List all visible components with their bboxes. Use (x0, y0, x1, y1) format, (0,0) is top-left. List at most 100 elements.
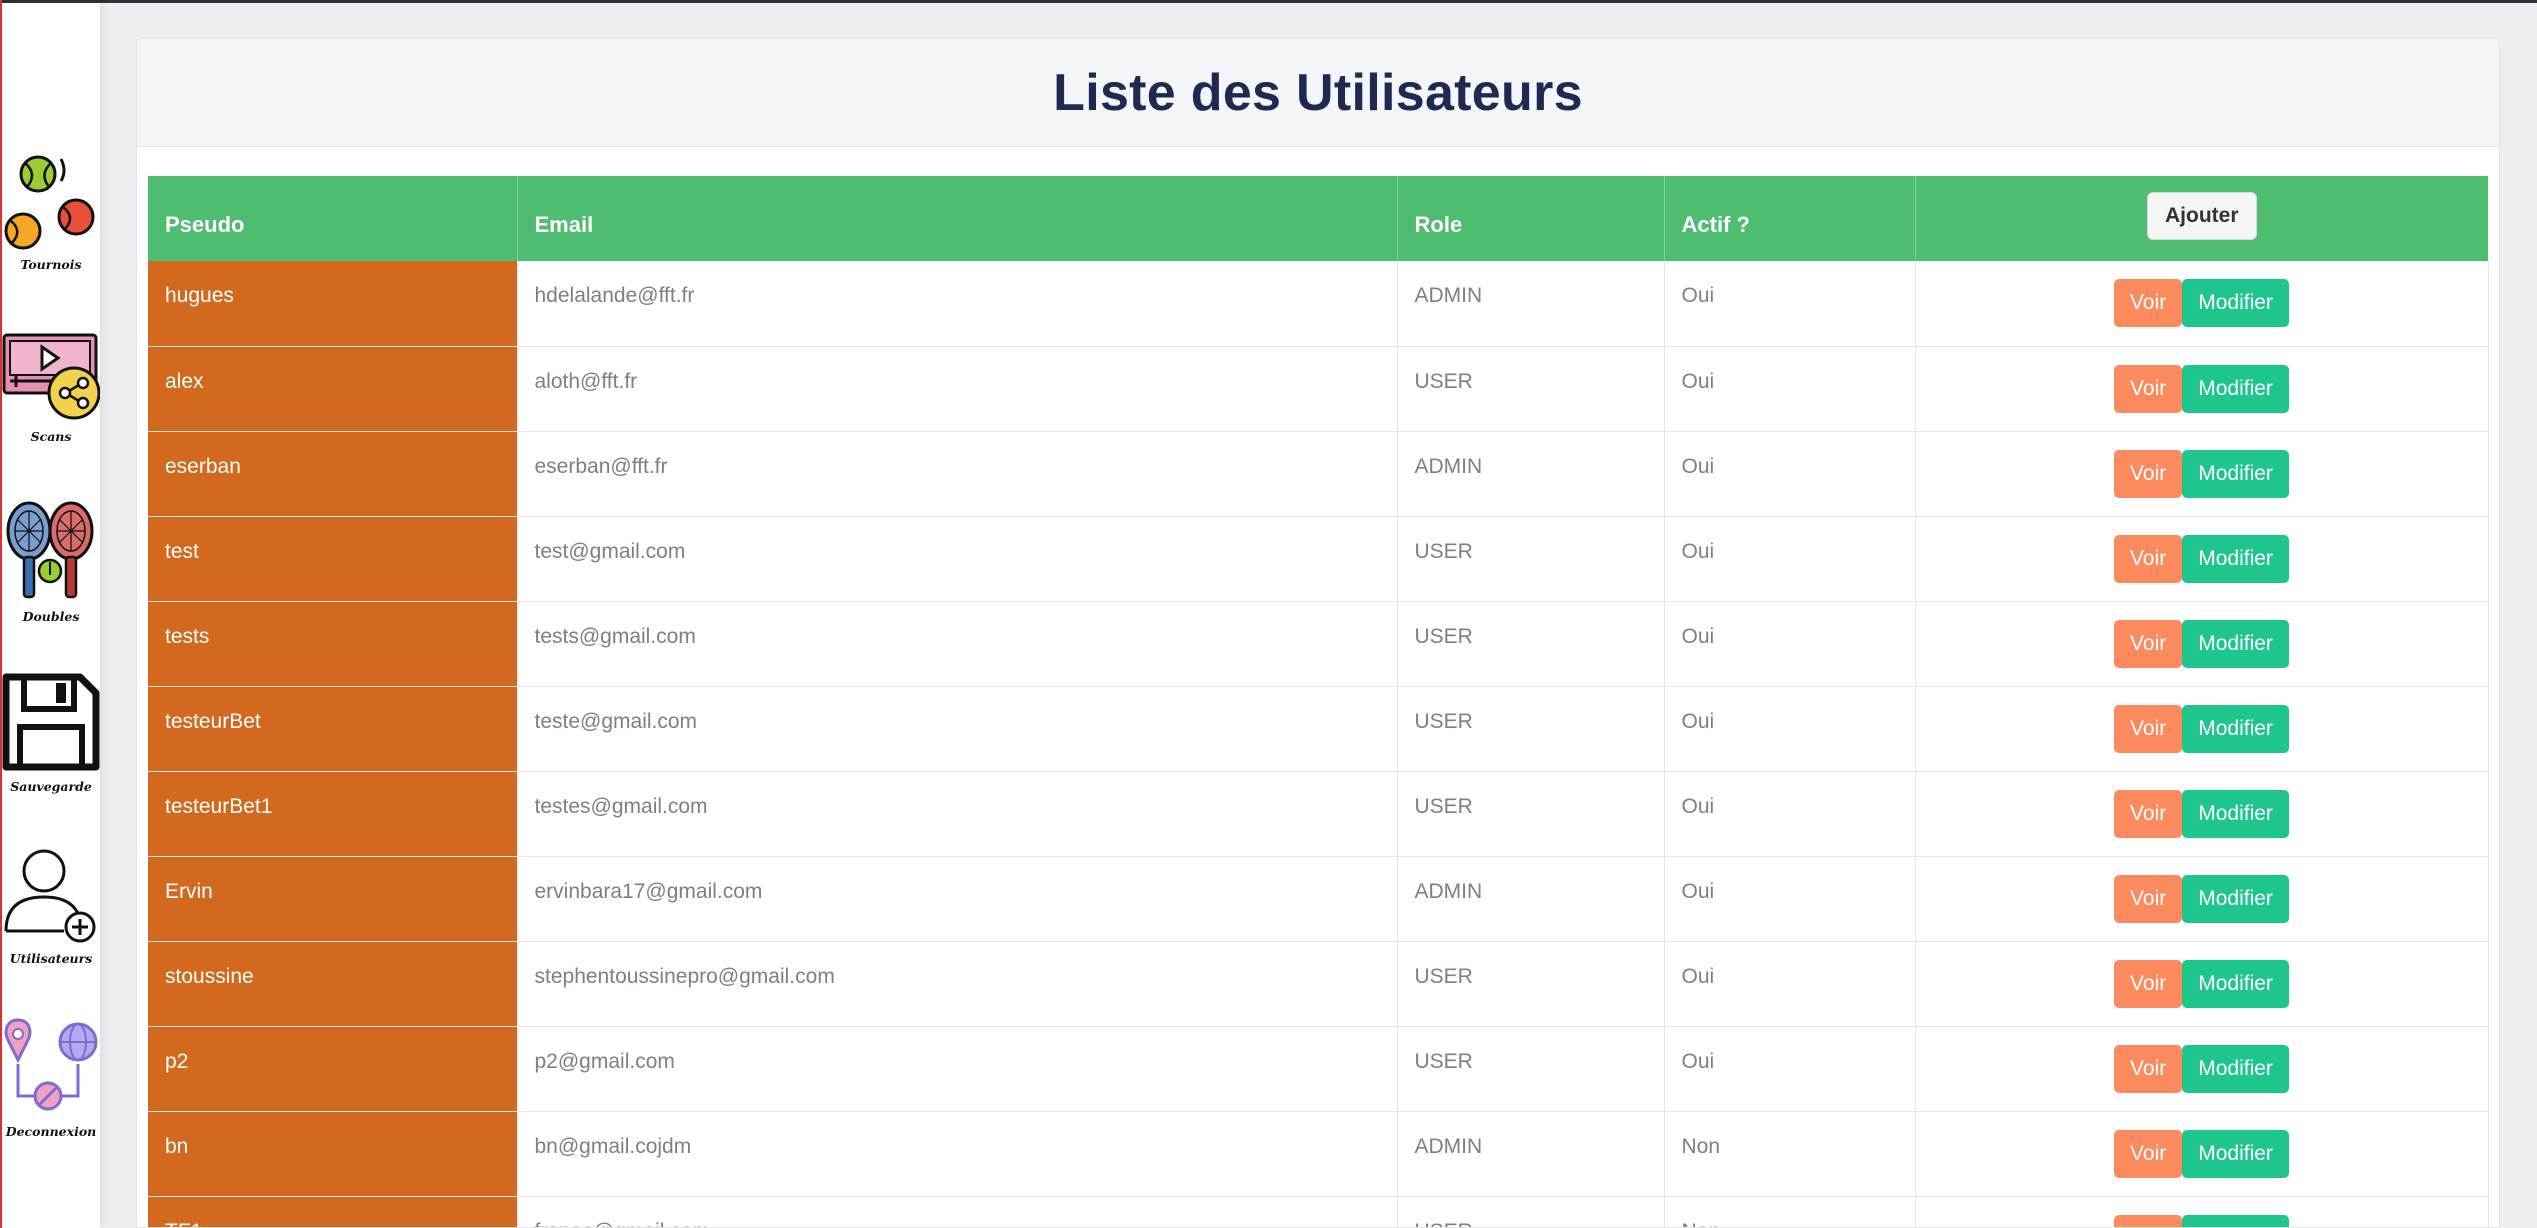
sidebar-item-label: Tournois (20, 257, 82, 272)
cell-actif: Oui (1664, 261, 1916, 346)
cell-pseudo: p2 (148, 1026, 518, 1111)
edit-user-button[interactable]: Modifier (2182, 874, 2289, 923)
table-row: hugues hdelalande@fft.fr ADMIN Oui Voir Modif… (148, 261, 2489, 346)
view-user-button[interactable]: Voir (2114, 364, 2183, 413)
table-row: stoussine stephentoussinepro@gmail.com USE… (148, 941, 2489, 1026)
cell-email: eserban@fft.fr (517, 431, 1398, 516)
view-user-button[interactable]: Voir (2114, 279, 2183, 327)
table-header: Pseudo Email Role Actif ? Ajouter (148, 176, 2488, 261)
column-header-email: Email (517, 176, 1398, 261)
cell-actions: VoirModifier (1915, 261, 2489, 346)
edit-user-button[interactable]: Modifier (2182, 959, 2289, 1008)
edit-user-button[interactable]: Modifier (2182, 1044, 2289, 1093)
cell-role: USER (1397, 346, 1665, 431)
page-header: Liste des Utilisateurs (137, 39, 2499, 147)
cell-pseudo: Ervin (148, 856, 518, 941)
cell-email: franes@gmail.com (517, 1196, 1398, 1227)
view-user-button[interactable]: Voir (2114, 1214, 2183, 1227)
column-header-pseudo: Pseudo (148, 176, 518, 261)
cell-actif: Oui (1664, 1026, 1916, 1111)
sidebar-item-label: Scans (30, 429, 72, 444)
cell-pseudo: stoussine (148, 941, 518, 1026)
cell-pseudo: bn (148, 1111, 518, 1196)
tennis-rackets-icon (6, 501, 94, 599)
view-user-button[interactable]: Voir (2114, 449, 2183, 498)
table-row: Ervin ervinbara17@gmail.com ADMIN Oui Voir Mo… (148, 856, 2489, 941)
cell-email: testes@gmail.com (517, 771, 1398, 856)
route-pins-icon (4, 1018, 98, 1111)
table-row: testeurBet1 testes@gmail.com USER Oui Voir Mo… (148, 771, 2489, 856)
cell-email: bn@gmail.cojdm (517, 1111, 1398, 1196)
cell-role: USER (1397, 1026, 1665, 1111)
cell-actif: Oui (1664, 516, 1916, 601)
sidebar-item-label: Doubles (22, 609, 80, 624)
view-user-button[interactable]: Voir (2114, 874, 2183, 923)
edit-user-button[interactable]: Modifier (2182, 534, 2289, 583)
table-row: TF1franes@gmail.comUSERNon VoirModifier (148, 1196, 2489, 1227)
cell-actif: Oui (1664, 771, 1916, 856)
sidebar-item-doubles[interactable]: Doubles (2, 499, 100, 624)
table-row: eserban eserban@fft.fr ADMIN Oui Voir Modifie… (148, 431, 2489, 516)
video-share-icon (2, 333, 100, 420)
cell-pseudo: testeurBet (148, 686, 518, 771)
edit-user-button[interactable]: Modifier (2182, 789, 2289, 838)
cell-actions: VoirModifier (1915, 601, 2489, 686)
cell-actif: Oui (1664, 686, 1916, 771)
view-user-button[interactable]: Voir (2114, 1129, 2183, 1178)
sidebar-item-label: Deconnexion (5, 1124, 97, 1139)
edit-user-button[interactable]: Modifier (2182, 364, 2289, 413)
sidebar-item-sauvegarde[interactable]: Sauvegarde (2, 673, 100, 794)
table-row: bn bn@gmail.cojdm ADMIN Non Voir Modifier (148, 1111, 2489, 1196)
cell-role: USER (1397, 941, 1665, 1026)
cell-role: USER (1397, 601, 1665, 686)
edit-user-button[interactable]: Modifier (2182, 1214, 2289, 1227)
cell-role: USER (1397, 1196, 1665, 1227)
view-user-button[interactable]: Voir (2114, 619, 2183, 668)
cell-actions: VoirModifier (1915, 941, 2489, 1026)
cell-actions: VoirModifier (1915, 856, 2489, 941)
cell-pseudo: test (148, 516, 518, 601)
view-user-button[interactable]: Voir (2114, 959, 2183, 1008)
cell-email: ervinbara17@gmail.com (517, 856, 1398, 941)
cell-role: USER (1397, 686, 1665, 771)
edit-user-button[interactable]: Modifier (2182, 704, 2289, 753)
add-user-button[interactable]: Ajouter (2147, 192, 2257, 240)
add-user-icon (4, 849, 96, 943)
cell-actions: VoirModifier (1915, 771, 2489, 856)
table-row: testeurBet teste@gmail.com USER Oui Voir Modi… (148, 686, 2489, 771)
page-title: Liste des Utilisateurs (1053, 63, 1583, 122)
sidebar-item-scans[interactable]: Scans (2, 331, 100, 444)
cell-email: hdelalande@fft.fr (517, 261, 1398, 346)
column-header-actif: Actif ? (1664, 176, 1916, 261)
table-body: hugues hdelalande@fft.fr ADMIN Oui Voir Modif… (148, 261, 2489, 1227)
cell-email: tests@gmail.com (517, 601, 1398, 686)
cell-actif: Oui (1664, 431, 1916, 516)
edit-user-button[interactable]: Modifier (2182, 1129, 2289, 1178)
cell-actions: VoirModifier (1915, 686, 2489, 771)
cell-pseudo: TF1 (148, 1196, 518, 1227)
view-user-button[interactable]: Voir (2114, 789, 2183, 838)
sidebar-item-label: Utilisateurs (9, 951, 93, 966)
column-header-actions: Ajouter (1915, 176, 2488, 261)
main-card: Liste des Utilisateurs Pseudo Email Role… (136, 38, 2500, 1228)
floppy-disk-icon (2, 673, 100, 771)
view-user-button[interactable]: Voir (2114, 1044, 2183, 1093)
cell-pseudo: testeurBet1 (148, 771, 518, 856)
view-user-button[interactable]: Voir (2114, 534, 2183, 583)
cell-role: ADMIN (1397, 261, 1665, 346)
sidebar-item-deconnexion[interactable]: Deconnexion (2, 1018, 100, 1139)
cell-role: ADMIN (1397, 431, 1665, 516)
cell-actions: VoirModifier (1915, 1111, 2489, 1196)
edit-user-button[interactable]: Modifier (2182, 619, 2289, 668)
cell-pseudo: tests (148, 601, 518, 686)
users-table: Pseudo Email Role Actif ? Ajouter hugues… (148, 176, 2489, 1227)
cell-actif: Oui (1664, 856, 1916, 941)
sidebar-item-tournois[interactable]: Tournois (2, 151, 100, 272)
sidebar-item-utilisateurs[interactable]: Utilisateurs (2, 849, 100, 966)
view-user-button[interactable]: Voir (2114, 704, 2183, 753)
table-row: p2 p2@gmail.com USER Oui Voir Modifier (148, 1026, 2489, 1111)
edit-user-button[interactable]: Modifier (2182, 279, 2289, 327)
edit-user-button[interactable]: Modifier (2182, 449, 2289, 498)
cell-role: USER (1397, 771, 1665, 856)
cell-actif: Non (1664, 1196, 1916, 1227)
